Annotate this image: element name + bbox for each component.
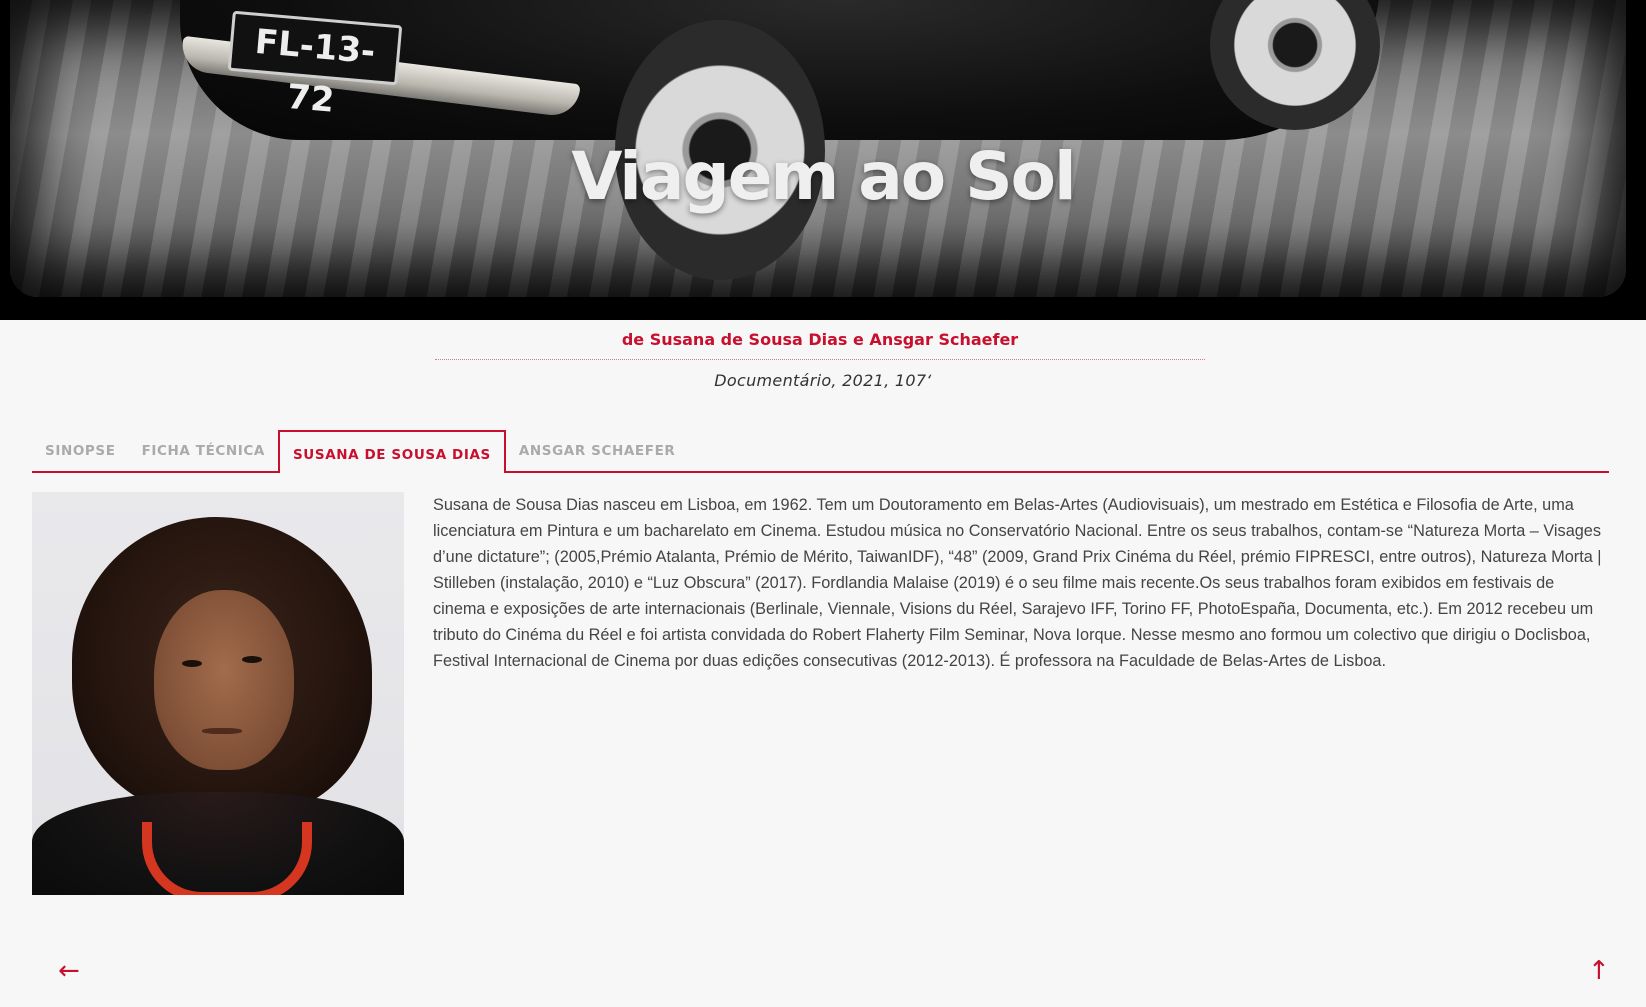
- portrait-lanyard: [142, 822, 312, 895]
- portrait-eye: [182, 660, 202, 667]
- film-directors: de Susana de Sousa Dias e Ansgar Schaefe…: [435, 330, 1205, 360]
- director-portrait: [32, 492, 404, 895]
- tab-ficha-tecnica[interactable]: FICHA TÉCNICA: [129, 431, 278, 471]
- scroll-to-top-arrow-icon[interactable]: ↑: [1588, 958, 1610, 984]
- director-biography: Susana de Sousa Dias nasceu em Lisboa, e…: [433, 496, 1602, 670]
- tab-ansgar-schaefer[interactable]: ANSGAR SCHAEFER: [506, 431, 689, 471]
- tab-bar: SINOPSE FICHA TÉCNICA SUSANA DE SOUSA DI…: [32, 430, 1609, 473]
- hero-banner: FL-13-72 Viagem ao Sol: [0, 0, 1646, 320]
- portrait-face: [154, 590, 294, 770]
- portrait-mouth: [202, 728, 242, 734]
- film-genre-year-duration: Documentário, 2021, 107‘: [714, 371, 932, 390]
- portrait-eye: [242, 656, 262, 663]
- tab-sinopse[interactable]: SINOPSE: [32, 431, 129, 471]
- film-title: Viagem ao Sol: [571, 138, 1076, 215]
- tab-susana-de-sousa-dias[interactable]: SUSANA DE SOUSA DIAS: [277, 430, 506, 473]
- back-arrow-icon[interactable]: ←: [58, 958, 80, 984]
